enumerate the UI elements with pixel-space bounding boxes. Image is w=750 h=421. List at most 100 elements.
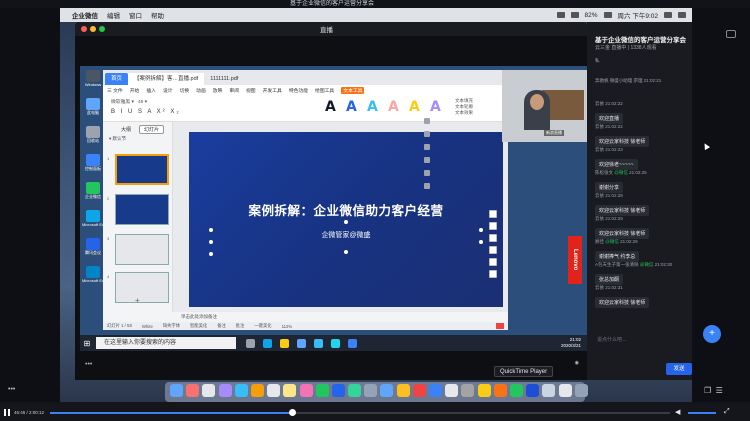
battery-icon[interactable] — [603, 12, 612, 18]
search-icon[interactable] — [664, 12, 672, 18]
status-icon[interactable] — [556, 12, 565, 18]
desktop-icon[interactable]: 此电脑 — [82, 98, 104, 115]
wps-menu-item[interactable]: 视图 — [246, 87, 256, 94]
desktop-icon[interactable]: 企业微信 — [82, 182, 104, 199]
menu-app[interactable]: 企业微信 — [72, 10, 98, 20]
add-slide-icon[interactable]: + — [135, 296, 140, 305]
dock-app-icon[interactable] — [202, 384, 216, 397]
notes-bar[interactable]: 单击此处添加备注 — [173, 313, 508, 321]
wps-menu-item[interactable]: 切换 — [180, 87, 190, 94]
desktop-icon[interactable]: 回收站 — [82, 126, 104, 143]
record-icon[interactable] — [496, 323, 504, 329]
dock-app-icon[interactable] — [331, 384, 345, 397]
wps-menu-item[interactable]: 审阅 — [229, 87, 239, 94]
tab-home[interactable]: 首页 — [105, 73, 129, 85]
dock-app-icon[interactable] — [364, 384, 378, 397]
edge-icon[interactable] — [263, 338, 272, 348]
menu-icon[interactable]: ☰ — [716, 386, 723, 395]
tool-icon[interactable] — [424, 144, 430, 150]
presenter-camera[interactable]: 新浪直播 — [502, 70, 587, 142]
wps-menu-item[interactable]: 特色功能 — [289, 87, 308, 94]
dock-app-icon[interactable] — [283, 384, 297, 397]
selection-handle[interactable] — [344, 220, 348, 224]
font-selector[interactable]: 微软雅黑 ▾ 48 ▾ — [111, 98, 147, 105]
dock-app-icon[interactable] — [267, 384, 281, 397]
smart-beautify[interactable]: 智能美化 — [190, 323, 207, 329]
tab-document[interactable]: 1111111.pdf — [204, 73, 244, 85]
task-view-icon[interactable] — [246, 338, 255, 348]
dock-app-icon[interactable] — [412, 384, 426, 397]
tab-document[interactable]: 【案例拆解】客…直播.pdf — [128, 73, 205, 85]
dock-app-icon[interactable] — [186, 384, 200, 397]
wps-menu-item[interactable]: 放映 — [213, 87, 223, 94]
text-effect-button[interactable]: 文本效果 — [455, 110, 473, 116]
chat-input[interactable]: 说点什么吧... — [597, 336, 626, 343]
missing-fonts[interactable]: 缺失字体 — [163, 323, 180, 329]
pause-icon[interactable] — [4, 409, 10, 416]
dock-app-icon[interactable] — [558, 384, 572, 397]
tool-icon[interactable] — [489, 234, 497, 242]
tab-slides[interactable]: 幻灯片 — [139, 125, 165, 134]
panel-toggle-icon[interactable] — [726, 30, 736, 38]
dock-app-icon[interactable] — [315, 384, 329, 397]
wps-menu-item[interactable]: 三 文件 — [107, 87, 123, 94]
wifi-icon[interactable] — [570, 12, 579, 18]
more-icon[interactable]: ••• — [8, 386, 15, 393]
text-style-preset[interactable]: A — [325, 99, 336, 115]
slide-thumbnail[interactable] — [115, 154, 169, 185]
dock-app-icon[interactable] — [429, 384, 442, 397]
selection-handle[interactable] — [209, 228, 213, 232]
dock-app-icon[interactable] — [445, 384, 459, 397]
slide-subtitle[interactable]: 企微管家@微盛 — [189, 230, 503, 240]
tool-icon[interactable] — [489, 258, 497, 266]
dock-app-icon[interactable] — [218, 384, 232, 397]
control-center-icon[interactable] — [678, 12, 686, 18]
desktop-icon[interactable]: 腾讯会议 — [82, 238, 104, 255]
explorer-icon[interactable] — [280, 338, 289, 348]
volume-slider[interactable] — [688, 412, 716, 414]
windows-start-icon[interactable]: ⊞ — [80, 335, 94, 351]
tab-outline[interactable]: 大纲 — [121, 126, 131, 133]
text-style-preset[interactable]: A — [367, 99, 378, 115]
wps-menu-item[interactable]: 设计 — [163, 87, 173, 94]
comments-toggle[interactable]: 批注 — [236, 323, 245, 329]
dock-app-icon[interactable] — [396, 384, 410, 397]
format-tools[interactable]: B I U S A X² X₂ — [111, 109, 181, 115]
menu-item[interactable]: 窗口 — [129, 10, 142, 20]
selection-handle[interactable] — [209, 240, 213, 244]
dock-app-icon[interactable] — [250, 384, 264, 397]
wps-menu-item[interactable]: 动画 — [196, 87, 206, 94]
tool-icon[interactable] — [424, 157, 430, 163]
slide-thumbnail[interactable] — [115, 234, 169, 265]
wps-menu-item[interactable]: 开发工具 — [263, 87, 282, 94]
app-icon[interactable] — [348, 338, 357, 348]
view-toggle-icon[interactable]: ◉ — [575, 360, 579, 366]
wps-menu-item[interactable]: 开始 — [130, 87, 140, 94]
slide-title[interactable]: 案例拆解：企业微信助力客户经营 — [189, 200, 503, 219]
tool-icon[interactable] — [489, 246, 497, 254]
progress-knob[interactable] — [288, 409, 296, 416]
tool-icon[interactable] — [424, 183, 430, 189]
tool-icon[interactable] — [424, 170, 430, 176]
dock-app-icon[interactable] — [170, 384, 183, 397]
progress-track[interactable] — [50, 409, 670, 416]
desktop-icon[interactable]: Windows — [82, 70, 104, 87]
menu-item[interactable]: 编辑 — [107, 10, 120, 20]
taskbar-search-input[interactable]: 在这里输入你要搜索的内容 — [96, 337, 236, 349]
desktop-icon[interactable]: Microsoft Edge — [82, 266, 104, 283]
menu-item[interactable]: 帮助 — [151, 10, 164, 20]
selection-handle[interactable] — [344, 250, 348, 254]
slide-thumbnail[interactable] — [115, 272, 169, 303]
volume-icon[interactable]: ◀ — [675, 408, 680, 416]
tool-icon[interactable] — [489, 270, 497, 278]
float-action-button[interactable]: + — [703, 325, 721, 343]
text-style-preset[interactable]: A — [409, 99, 420, 115]
desktop-icon[interactable]: Microsoft Edge — [82, 210, 104, 227]
wps-menu-item[interactable]: 插入 — [146, 87, 156, 94]
tool-icon[interactable] — [489, 222, 497, 230]
zoom-icon[interactable] — [99, 26, 105, 32]
close-icon[interactable] — [81, 26, 87, 32]
notes-toggle[interactable]: 备注 — [217, 323, 226, 329]
zoom-level[interactable]: 112% — [282, 324, 293, 329]
dock-app-icon[interactable] — [526, 384, 540, 397]
